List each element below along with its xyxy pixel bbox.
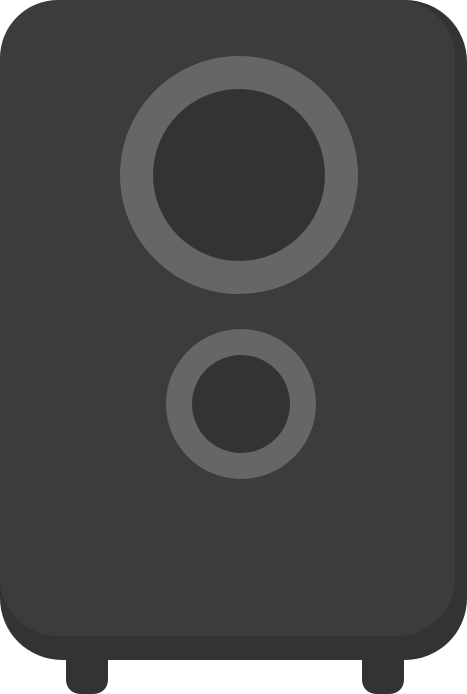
woofer-cone <box>153 89 325 261</box>
speaker-icon <box>0 0 467 694</box>
tweeter-driver <box>166 329 316 479</box>
tweeter-cone <box>192 355 290 453</box>
speaker-illustration <box>0 0 467 694</box>
woofer-driver <box>120 56 358 294</box>
